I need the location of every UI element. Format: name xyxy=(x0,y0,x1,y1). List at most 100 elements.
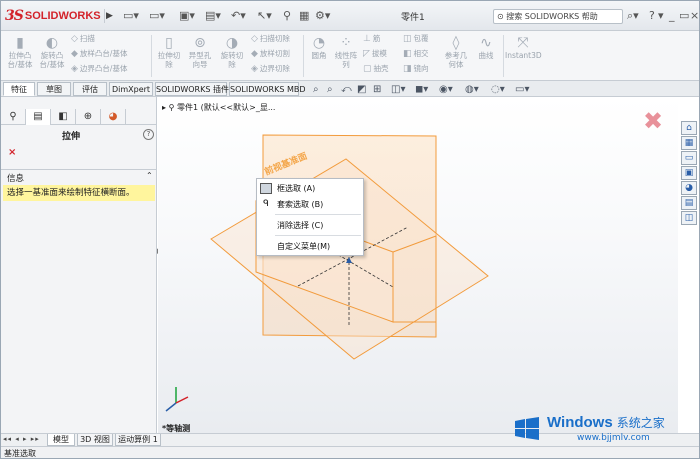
file-properties-icon[interactable]: ▦ xyxy=(299,9,309,23)
revolve-boss-button[interactable]: ◐ 旋转凸 台/基体 xyxy=(37,35,67,69)
zoom-to-area-icon[interactable]: ⌕ xyxy=(327,83,333,97)
menu-separator xyxy=(275,235,361,236)
configuration-manager-tab[interactable]: ◧ xyxy=(51,109,76,125)
custom-properties-icon[interactable]: ▤ xyxy=(681,196,697,210)
edit-appearance-icon[interactable]: ◍▾ xyxy=(465,83,479,97)
search-placeholder: 搜索 SOLIDWORKS 帮助 xyxy=(506,12,598,21)
revolve-cut-button[interactable]: ◑ 旋转切 除 xyxy=(217,35,247,69)
tab-3d-views[interactable]: 3D 视图 xyxy=(77,434,113,446)
previous-view-icon[interactable]: ⤺ xyxy=(341,83,352,97)
extrude-cut-icon: ▯ xyxy=(165,35,173,51)
task-pane: ⌂ ▦ ▭ ▣ ◕ ▤ ◫ xyxy=(680,119,699,227)
boundary-cut-button[interactable]: ◈ 边界切除 xyxy=(251,64,290,74)
tab-dimxpert[interactable]: DimXpert xyxy=(109,82,153,96)
linear-pattern-button[interactable]: ⁘ 线性阵 列 xyxy=(331,35,361,69)
display-manager-tab[interactable]: ◕ xyxy=(101,109,126,125)
curves-icon: ∿ xyxy=(480,35,492,51)
feature-tree-icon: ⚲ xyxy=(9,111,17,122)
home-icon[interactable]: ⌂ xyxy=(681,121,697,135)
lasso-select-menu-item[interactable]: ᑫ 套索选取 (B) xyxy=(257,197,363,212)
dimxpert-manager-tab[interactable]: ⊕ xyxy=(76,109,101,125)
view-settings-icon[interactable]: ▭▾ xyxy=(515,83,529,97)
help-dropdown-icon[interactable]: ▾ xyxy=(658,9,664,23)
sweep-button[interactable]: ◇ 扫描 xyxy=(71,34,95,44)
apply-scene-icon[interactable]: ◌▾ xyxy=(491,83,505,97)
new-document-icon[interactable]: ▭▾ xyxy=(123,9,139,23)
message-section-header[interactable]: 信息 ⌃ xyxy=(1,169,157,184)
undo-icon[interactable]: ↶▾ xyxy=(231,9,246,23)
flyout-feature-tree[interactable]: ▸ ⚲ 零件1 (默认<<默认>_显... xyxy=(162,102,275,113)
tab-motion-study[interactable]: 运动算例 1 xyxy=(115,434,161,446)
part-icon: ⚲ xyxy=(168,103,177,112)
box-select-menu-item[interactable]: 框选取 (A) xyxy=(257,181,363,196)
tab-model[interactable]: 模型 xyxy=(47,434,75,446)
wrap-button[interactable]: ◫ 包覆 xyxy=(403,34,429,44)
draft-icon: ◸ xyxy=(363,49,370,59)
tab-sketch[interactable]: 草图 xyxy=(37,82,71,96)
feature-manager-tab[interactable]: ⚲ xyxy=(1,109,26,125)
instant3d-button[interactable]: ⤧ Instant3D xyxy=(505,35,542,60)
solidworks-logo[interactable]: 3S SOLIDWORKS xyxy=(5,7,101,25)
tab-addins[interactable]: SOLIDWORKS 插件 xyxy=(155,82,229,96)
graphics-area[interactable]: 前视基准面 ▸ ⚲ 零件1 (默认<<默认>_显... ✖ *等轴测 xyxy=(158,97,678,433)
restore-icon[interactable]: ▭ xyxy=(679,9,689,23)
open-document-icon[interactable]: ▭▾ xyxy=(149,9,165,23)
tab-features[interactable]: 特征 xyxy=(3,82,35,96)
search-go-icon[interactable]: ⌕▾ xyxy=(627,9,639,23)
intersect-button[interactable]: ◧ 相交 xyxy=(403,49,429,59)
cancel-icon[interactable]: × xyxy=(8,147,16,158)
reference-geometry-button[interactable]: ◊ 参考几 何体 xyxy=(441,35,471,69)
display-style-icon[interactable]: ◼▾ xyxy=(415,83,428,97)
clear-selection-menu-item[interactable]: 消除选择 (C) xyxy=(257,218,363,233)
triad-x-axis xyxy=(175,396,189,404)
select-icon[interactable]: ↖▾ xyxy=(257,9,272,23)
exit-sketch-icon[interactable]: ✖ xyxy=(643,109,663,133)
chevron-up-icon[interactable]: ⌃ xyxy=(146,171,153,180)
section-view-icon[interactable]: ◩ xyxy=(357,83,366,97)
draft-button[interactable]: ◸ 拔模 xyxy=(363,49,387,59)
help-icon[interactable]: ? xyxy=(143,129,154,140)
boundary-boss-button[interactable]: ◈ 边界凸台/基体 xyxy=(71,64,127,74)
appearances-icon[interactable]: ◕ xyxy=(681,181,697,195)
help-search-input[interactable]: ⊙ 搜索 SOLIDWORKS 帮助 xyxy=(493,9,623,24)
loft-boss-button[interactable]: ◆ 放样凸台/基体 xyxy=(71,49,127,59)
menu-expand-icon[interactable]: ▶ xyxy=(104,9,114,23)
hole-wizard-icon: ⊚ xyxy=(194,35,206,51)
view-orientation-icon[interactable]: ◫▾ xyxy=(391,83,405,97)
rib-button[interactable]: ⊥ 筋 xyxy=(363,34,380,44)
options-gear-icon[interactable]: ⚙▾ xyxy=(315,9,330,23)
mirror-button[interactable]: ◨ 镜向 xyxy=(403,64,429,74)
title-bar: 3S SOLIDWORKS ▶ ▭▾ ▭▾ ▣▾ ▤▾ ↶▾ ↖▾ ⚲ ▦ ⚙▾… xyxy=(1,1,699,31)
design-library-icon[interactable]: ▦ xyxy=(681,136,697,150)
tab-evaluate[interactable]: 评估 xyxy=(73,82,107,96)
rebuild-icon[interactable]: ⚲ xyxy=(283,9,291,23)
hide-show-items-icon[interactable]: ◉▾ xyxy=(439,83,453,97)
print-icon[interactable]: ▤▾ xyxy=(205,9,221,23)
hole-wizard-button[interactable]: ⊚ 异型孔 向导 xyxy=(185,35,215,69)
view-palette-icon[interactable]: ▣ xyxy=(681,166,697,180)
save-icon[interactable]: ▣▾ xyxy=(179,9,195,23)
wrap-icon: ◫ xyxy=(403,34,412,44)
help-icon[interactable]: ? xyxy=(649,9,655,23)
logo-text: SOLIDWORKS xyxy=(24,10,101,22)
forum-icon[interactable]: ◫ xyxy=(681,211,697,225)
customize-menu-item[interactable]: 自定义菜单(M) xyxy=(257,239,363,254)
shell-button[interactable]: ▢ 抽壳 xyxy=(363,64,389,74)
dynamic-annotation-icon[interactable]: ⊞ xyxy=(373,83,381,97)
file-explorer-icon[interactable]: ▭ xyxy=(681,151,697,165)
property-manager-tab[interactable]: ▤ xyxy=(26,109,51,125)
fillet-button[interactable]: ◔ 圆角 xyxy=(304,35,334,60)
loft-icon: ◆ xyxy=(71,49,78,59)
minimize-icon[interactable]: _ xyxy=(669,9,675,23)
tab-mbd[interactable]: SOLIDWORKS MBD xyxy=(229,82,306,96)
close-window-icon[interactable]: × xyxy=(690,9,699,23)
extrude-boss-button[interactable]: ▮ 拉伸凸 台/基体 xyxy=(5,35,35,69)
lofted-cut-button[interactable]: ◆ 放样切割 xyxy=(251,49,290,59)
curves-button[interactable]: ∿ 曲线 xyxy=(471,35,501,60)
zoom-to-fit-icon[interactable]: ⌕ xyxy=(313,83,319,97)
extrude-cut-button[interactable]: ▯ 拉伸切 除 xyxy=(154,35,184,69)
swept-cut-button[interactable]: ◇ 扫描切除 xyxy=(251,34,290,44)
tab-scroll-arrows-icon[interactable]: ◂◂ ◂ ▸ ▸▸ xyxy=(3,435,40,443)
message-text: 选择一基准面来绘制特征横断面。 xyxy=(3,185,155,201)
heads-up-view-toolbar: ⌕ ⌕ ⤺ ◩ ⊞ ◫▾ ◼▾ ◉▾ ◍▾ ◌▾ ▭▾ xyxy=(311,83,541,97)
